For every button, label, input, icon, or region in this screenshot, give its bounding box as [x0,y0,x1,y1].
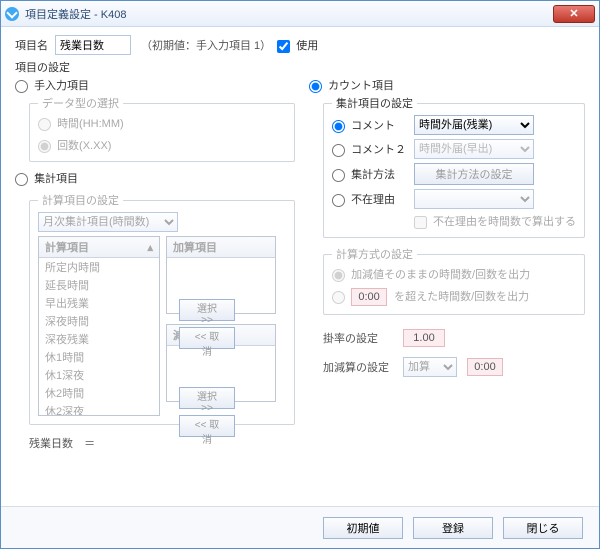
sub-select-button: 選択 >> [179,387,235,409]
opt-method[interactable]: 集計方法 [332,166,414,182]
calc-method-group: 計算方式の設定 加減値そのままの時間数/回数を出力 0:00 を超えた時間数/回… [323,246,585,315]
list-item: 深夜時間 [39,312,159,330]
chk-absent: 不在理由を時間数で算出する [414,216,576,228]
count-radio[interactable]: カウント項目 [309,80,394,92]
list-item: 延長時間 [39,276,159,294]
formula-eq: ＝ [84,438,95,450]
over-value: 0:00 [351,288,387,306]
manual-radio[interactable]: 手入力項目 [15,80,89,92]
settings-label: 項目の設定 [15,59,585,75]
window-title: 項目定義設定 - K408 [25,6,126,22]
rate-label: 掛率の設定 [323,330,403,346]
list-item: 休1時間 [39,348,159,366]
list-item: 早出残業 [39,294,159,312]
count-group: 集計項目の設定 コメント 時間外届(残業) コメント２ 時間外届(早出) 集計方… [323,95,585,238]
calc-method-legend: 計算方式の設定 [332,246,417,262]
list-item: 所定内時間 [39,258,159,276]
sub-cancel-button: << 取消 [179,415,235,437]
calc-item-list: 計算項目▴ 所定内時間延長時間早出残業深夜時間深夜残業休1時間休1深夜休2時間休… [38,236,160,416]
list-item: 休1深夜 [39,366,159,384]
sel-absent [414,189,534,209]
list-item: 深夜残業 [39,330,159,348]
register-button[interactable]: 登録 [413,517,493,539]
close-dialog-button[interactable]: 閉じる [503,517,583,539]
adj-label: 加減算の設定 [323,359,403,375]
dialog-body: 項目名 （初期値：手入力項目 1） 使用 項目の設定 手入力項目 データ型の選択… [1,27,599,506]
sum-dropdown: 月次集計項目(時間数) [38,212,178,232]
adj-select: 加算 [403,357,457,377]
opt-comment2[interactable]: コメント２ [332,141,414,157]
sel-comment[interactable]: 時間外届(残業) [414,115,534,135]
sort-icon: ▴ [147,241,153,254]
footer: 初期値 登録 閉じる [1,506,599,548]
rate-value: 1.00 [403,329,445,347]
formula-name: 残業日数 [29,438,73,450]
manual-opt-count: 回数(X.XX) [38,140,111,152]
calc-opt-over: 0:00 を超えた時間数/回数を出力 [332,291,529,303]
sel-comment2: 時間外届(早出) [414,139,534,159]
btn-method: 集計方法の設定 [414,163,534,185]
window: 項目定義設定 - K408 ✕ 項目名 （初期値：手入力項目 1） 使用 項目の… [0,0,600,549]
sum-radio[interactable]: 集計項目 [15,173,78,185]
manual-group: データ型の選択 時間(HH:MM) 回数(X.XX) [29,95,295,162]
add-cancel-button: << 取消 [179,327,235,349]
manual-opt-time: 時間(HH:MM) [38,118,124,130]
initial-value-label: （初期値：手入力項目 1） [141,37,271,53]
reset-button[interactable]: 初期値 [323,517,403,539]
count-group-legend: 集計項目の設定 [332,95,417,111]
sum-group-legend: 計算項目の設定 [38,192,123,208]
add-select-button: 選択 >> [179,299,235,321]
adj-value: 0:00 [467,358,503,376]
sum-group: 計算項目の設定 月次集計項目(時間数) 計算項目▴ 所定内時間延長時間早出残業深… [29,192,295,425]
opt-absent[interactable]: 不在理由 [332,191,414,207]
list-item: 休2時間 [39,384,159,402]
use-checkbox-label[interactable]: 使用 [277,37,318,53]
close-button[interactable]: ✕ [553,5,595,23]
calc-opt-raw: 加減値そのままの時間数/回数を出力 [332,269,530,281]
titlebar: 項目定義設定 - K408 ✕ [1,1,599,27]
use-checkbox[interactable] [277,40,290,53]
opt-comment[interactable]: コメント [332,117,414,133]
name-label: 項目名 [15,37,55,53]
app-icon [5,7,19,21]
list-item: 休2深夜 [39,402,159,416]
name-input[interactable] [55,35,131,55]
manual-group-legend: データ型の選択 [38,95,123,111]
